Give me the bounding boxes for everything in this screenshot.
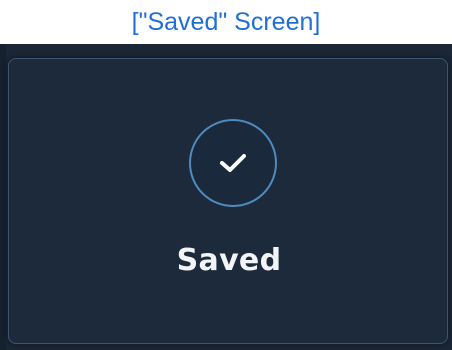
saved-screen: Saved: [0, 44, 452, 350]
background-panel-edge: [0, 44, 6, 350]
screen-caption: ["Saved" Screen]: [131, 7, 321, 36]
success-badge: [189, 119, 277, 207]
saved-label: Saved: [176, 243, 282, 278]
saved-dialog: Saved: [8, 58, 448, 344]
checkmark-icon: [218, 152, 248, 174]
